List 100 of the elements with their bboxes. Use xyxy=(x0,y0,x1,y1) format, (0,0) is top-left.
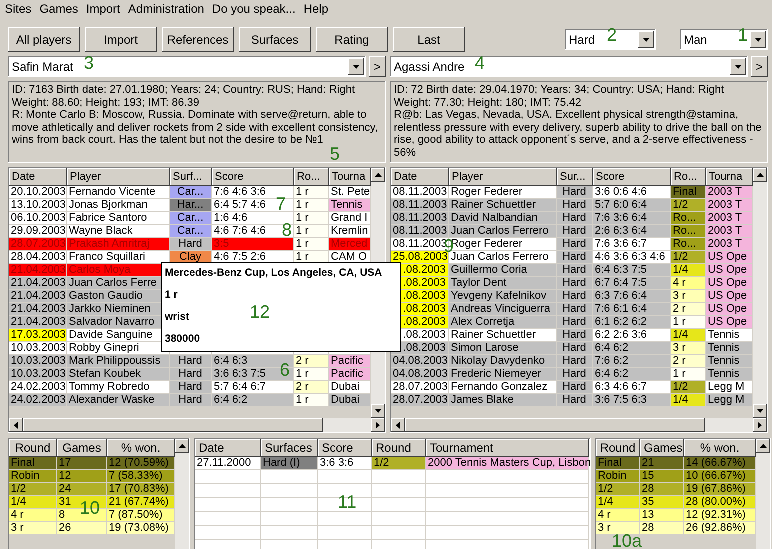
table-cell: 2 r xyxy=(294,381,329,394)
info-text: Weight: 77.30; Height: 180; IMT: 75.42 xyxy=(394,96,583,109)
table-cell: Final xyxy=(671,186,706,199)
table-cell: 2 r xyxy=(671,303,706,316)
table-cell: US Ope xyxy=(706,290,753,303)
table-cell: Hard xyxy=(170,238,212,251)
table-cell: St. Pete xyxy=(329,186,371,199)
table-cell: 24.02.2003 xyxy=(9,381,67,394)
table-cell: US Ope xyxy=(706,264,753,277)
table-cell: Stefan Koubek xyxy=(67,368,170,381)
table-cell: 1/4 xyxy=(671,329,706,342)
table-cell: Rainer Schuettler xyxy=(449,199,557,212)
table-cell: Guillermo Coria xyxy=(449,264,557,277)
table-cell: 24.02.2003 xyxy=(9,394,67,407)
table-cell: Yevgeny Kafelnikov xyxy=(449,290,557,303)
table-cell: Jonas Bjorkman xyxy=(67,199,170,212)
table-cell: 6:7 6:4 7:5 xyxy=(593,277,671,290)
table-cell: 1 r xyxy=(294,368,329,381)
table-cell: Ro... xyxy=(671,238,706,251)
table-cell: Nikolay Davydenko xyxy=(449,355,557,368)
table-cell: Rainer Schuettler xyxy=(449,329,557,342)
table-cell: 28.07.2003 xyxy=(9,238,67,251)
table-cell: Dubai xyxy=(329,394,371,407)
table-cell: 20.10.2003 xyxy=(9,186,67,199)
table-cell: Hard xyxy=(557,212,593,225)
table-cell: Tennis xyxy=(706,368,753,381)
table-cell: 3:6 0:6 4:6 xyxy=(593,186,671,199)
table-cell: 08.11.2003 xyxy=(391,199,449,212)
table-cell: Hard xyxy=(557,251,593,264)
table-cell: 3 r xyxy=(9,522,57,535)
table-cell: Kremlin xyxy=(329,225,371,238)
table-cell: Roger Federer xyxy=(449,186,557,199)
table-cell: 2003 T xyxy=(706,186,753,199)
table-cell: 5:7 6:0 6:4 xyxy=(593,199,671,212)
table-cell: 28 xyxy=(640,522,684,535)
table-cell: 6:1 6:2 6:2 xyxy=(593,316,671,329)
table-cell: 1/4 xyxy=(671,264,706,277)
table-cell: Tennis xyxy=(329,199,371,212)
table-cell: 3:6 7:5 6:3 xyxy=(593,394,671,407)
callout-number: 1 xyxy=(738,27,748,43)
table-cell: 3 r xyxy=(671,290,706,303)
table-cell: 2003 T xyxy=(706,238,753,251)
table-cell: Hard xyxy=(557,186,593,199)
table-cell: 1 r xyxy=(294,394,329,407)
table-cell: 21.04.2003 xyxy=(9,290,67,303)
table-cell: 7:6 6:2 xyxy=(593,355,671,368)
table-cell: Car... xyxy=(170,186,212,199)
table-cell: 1 r xyxy=(294,199,329,212)
table-cell: 2 r xyxy=(671,355,706,368)
callout-number: 5 xyxy=(330,146,340,162)
table-cell: 17.03.2003 xyxy=(9,329,67,342)
table-cell: Andreas Vinciguerra xyxy=(449,303,557,316)
table-cell: Ro... xyxy=(671,212,706,225)
table-cell: 1 r xyxy=(294,212,329,225)
table-cell: 6:3 4:6 6:7 xyxy=(593,381,671,394)
table-cell: Har... xyxy=(170,199,212,212)
table-cell: Prakash Amritraj xyxy=(67,238,170,251)
table-cell: 3 r xyxy=(671,342,706,355)
table-cell: Hard xyxy=(557,329,593,342)
table-cell: Legg M xyxy=(706,394,753,407)
table-cell: 2003 T xyxy=(706,225,753,238)
table-cell: Hard xyxy=(170,381,212,394)
info-text: R@b: Las Vegas, Nevada, USA. Excellent physical strength@stamina, relentless pressure with every delivery, superb ability to drive the ball on the rise, good ability to attack opponent´s serve, and a 2-serve effectiveness - 56% xyxy=(394,109,763,159)
table-cell: 08.11.2003 xyxy=(391,225,449,238)
table-cell: 10.03.2003 xyxy=(9,355,67,368)
table-cell: 1 r xyxy=(671,368,706,381)
table-cell: 2003 T xyxy=(706,199,753,212)
table-cell: Taylor Dent xyxy=(449,277,557,290)
table-cell: Hard xyxy=(170,368,212,381)
table-cell: 1/2 xyxy=(372,457,426,470)
table-cell: 4:6 3:6 6:3 4:6 xyxy=(593,251,671,264)
info-text: ID: 72 Birth date: 29.04.1970; Years: 34; Country: USA; Hand: Right xyxy=(394,84,726,96)
table-cell: 28.04.2003 xyxy=(9,251,67,264)
table-cell: 6:2 2:6 3:6 xyxy=(593,329,671,342)
table-cell: Alex Corretja xyxy=(449,316,557,329)
table-cell: US Ope xyxy=(706,277,753,290)
table-cell: Hard (I) xyxy=(261,457,318,470)
table-cell: 3 r xyxy=(596,522,640,535)
table-cell: Hard xyxy=(170,355,212,368)
table-cell: 6:4 6:2 xyxy=(212,394,294,407)
table-cell: 10.03.2003 xyxy=(9,368,67,381)
table-cell: 25.08.2003 xyxy=(391,251,449,264)
table-cell: Hard xyxy=(557,199,593,212)
table-cell: Car... xyxy=(170,225,212,238)
table-cell: Juan Carlos Ferrero xyxy=(449,225,557,238)
table-cell: Franco Squillari xyxy=(67,251,170,264)
table-cell: 21.04.2003 xyxy=(9,303,67,316)
table-cell: 2003 T xyxy=(706,212,753,225)
table-cell: 10.03.2003 xyxy=(9,342,67,355)
table-cell: 4 r xyxy=(671,277,706,290)
table-cell: Hard xyxy=(557,355,593,368)
table-cell: 7:6 4:6 3:6 xyxy=(212,186,294,199)
callout-number: 10a xyxy=(612,533,642,549)
table-cell: Hard xyxy=(557,381,593,394)
table-cell: 04.08.2003 xyxy=(391,368,449,381)
table-cell: Pacific xyxy=(329,355,371,368)
table-cell: 28.07.2003 xyxy=(391,381,449,394)
table-cell: 21.04.2003 xyxy=(9,277,67,290)
table-cell: 29.09.2003 xyxy=(9,225,67,238)
table-cell: Hard xyxy=(557,238,593,251)
